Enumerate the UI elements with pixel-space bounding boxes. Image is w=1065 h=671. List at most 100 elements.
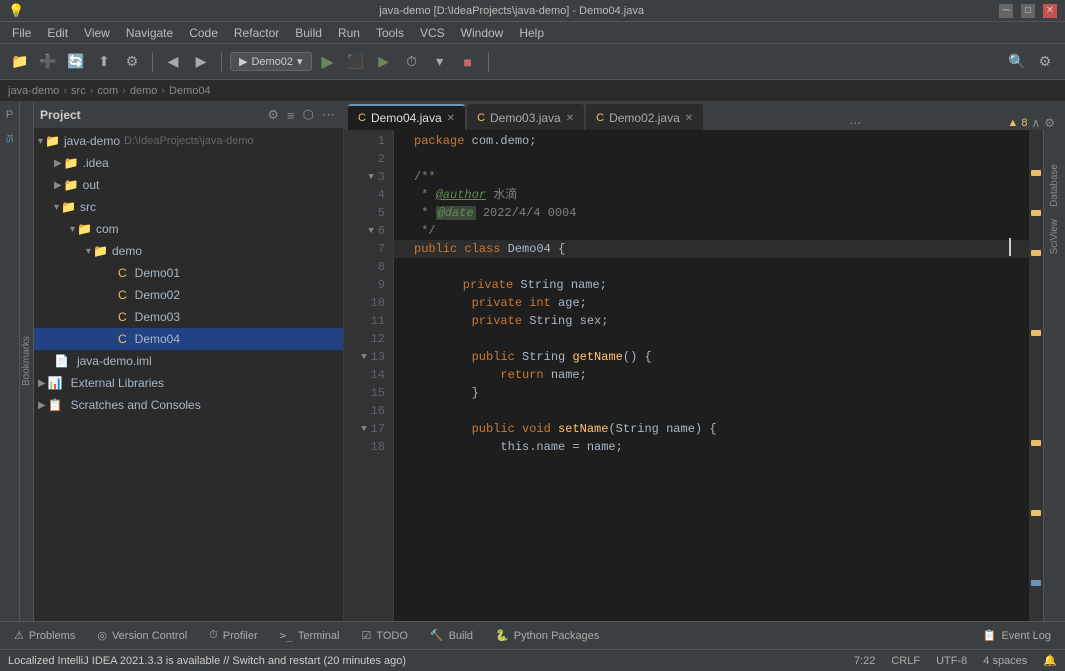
- breadcrumb-part-4[interactable]: demo: [130, 85, 158, 97]
- add-button[interactable]: ➕: [36, 50, 60, 74]
- tree-arrow-out: ▶: [54, 180, 62, 191]
- tree-root[interactable]: ▾ 📁 java-demo D:\IdeaProjects\java-demo: [34, 130, 343, 152]
- tab-demo03-label: Demo03.java: [490, 111, 561, 125]
- tree-demo[interactable]: ▾ 📁 demo: [34, 240, 343, 262]
- menu-item-edit[interactable]: Edit: [39, 24, 76, 42]
- notification-icon[interactable]: 🔔: [1043, 654, 1057, 667]
- tab-demo03-close[interactable]: ✕: [566, 113, 574, 124]
- indent-info[interactable]: 4 spaces: [983, 655, 1027, 667]
- tree-demo01[interactable]: C Demo01: [34, 262, 343, 284]
- editor-content[interactable]: 1 2 ▼ 3 4 5 ▼ 6 7 8 9 10 11 12 ▼: [344, 130, 1065, 621]
- tree-out[interactable]: ▶ 📁 out: [34, 174, 343, 196]
- menu-item-window[interactable]: Window: [453, 24, 512, 42]
- breadcrumb-part-5[interactable]: Demo04: [169, 85, 211, 97]
- menu-item-run[interactable]: Run: [330, 24, 368, 42]
- tree-external-libs[interactable]: ▶ 📊 External Libraries: [34, 372, 343, 394]
- settings-icon[interactable]: ⚙: [1044, 116, 1055, 130]
- menu-item-vcs[interactable]: VCS: [412, 24, 453, 42]
- menu-item-tools[interactable]: Tools: [368, 24, 412, 42]
- menu-item-code[interactable]: Code: [181, 24, 226, 42]
- tabs-overflow-button[interactable]: ⋯: [845, 116, 865, 130]
- menu-item-help[interactable]: Help: [511, 24, 552, 42]
- sidebar-database-label[interactable]: Database: [1049, 160, 1060, 211]
- fold-icon-3[interactable]: ▼: [368, 168, 373, 186]
- tree-src[interactable]: ▾ 📁 src: [34, 196, 343, 218]
- tree-idea[interactable]: ▶ 📁 .idea: [34, 152, 343, 174]
- tab-demo04[interactable]: C Demo04.java ✕: [348, 104, 465, 130]
- tree-iml[interactable]: 📄 java-demo.iml: [34, 350, 343, 372]
- tab-demo04-close[interactable]: ✕: [447, 113, 455, 124]
- project-settings-button[interactable]: ⚙: [265, 105, 281, 125]
- idea-name: .idea: [83, 156, 109, 170]
- tab-demo02-close[interactable]: ✕: [685, 113, 693, 124]
- cursor-position[interactable]: 7:22: [854, 655, 875, 667]
- menu-item-file[interactable]: File: [4, 24, 39, 42]
- menu-item-view[interactable]: View: [76, 24, 118, 42]
- tab-demo02[interactable]: C Demo02.java ✕: [586, 104, 703, 130]
- tab-demo03[interactable]: C Demo03.java ✕: [467, 104, 584, 130]
- todo-tab[interactable]: ☑ TODO: [351, 624, 417, 648]
- event-log-tab[interactable]: 📋 Event Log: [973, 624, 1061, 648]
- stop-button[interactable]: ■: [456, 50, 480, 74]
- close-button[interactable]: ✕: [1043, 4, 1057, 18]
- fold-icon-17[interactable]: ▼: [361, 420, 366, 438]
- tree-arrow-src: ▾: [54, 202, 59, 213]
- profiler-label: Profiler: [223, 630, 258, 642]
- tree-demo02[interactable]: C Demo02: [34, 284, 343, 306]
- gutter-10: 10: [344, 294, 393, 312]
- warning-expand-icon[interactable]: ∧: [1031, 116, 1040, 130]
- python-packages-tab[interactable]: 🐍 Python Packages: [485, 624, 609, 648]
- run-button[interactable]: ▶: [316, 50, 340, 74]
- project-collapse-button[interactable]: ⬡: [301, 105, 316, 125]
- version-control-tab[interactable]: ◎ Version Control: [87, 624, 197, 648]
- line-ending[interactable]: CRLF: [891, 655, 920, 667]
- tree-demo03[interactable]: C Demo03: [34, 306, 343, 328]
- sync-button[interactable]: 🔄: [64, 50, 88, 74]
- profile-button[interactable]: ⏱: [400, 50, 424, 74]
- run-config-selector[interactable]: ▶ Demo02 ▾: [230, 52, 312, 71]
- menu-item-refactor[interactable]: Refactor: [226, 24, 287, 42]
- sidebar-sciview-label[interactable]: SciView: [1049, 215, 1060, 258]
- scratches-name: Scratches and Consoles: [71, 398, 201, 412]
- project-view-button[interactable]: 📁: [8, 50, 32, 74]
- breadcrumb-part-1[interactable]: java-demo: [8, 85, 59, 97]
- maximize-button[interactable]: □: [1021, 4, 1035, 18]
- run-with-coverage-button[interactable]: ▶: [372, 50, 396, 74]
- com-folder-icon: 📁: [77, 222, 92, 236]
- com-name: com: [96, 222, 119, 236]
- settings-gear-button[interactable]: ⚙: [1033, 50, 1057, 74]
- menu-item-navigate[interactable]: Navigate: [118, 24, 181, 42]
- problems-label: Problems: [29, 630, 75, 642]
- problems-tab[interactable]: ⚠ Problems: [4, 624, 85, 648]
- project-expand-button[interactable]: ≡: [285, 106, 297, 125]
- more-run-options-button[interactable]: ▾: [428, 50, 452, 74]
- collapse-button[interactable]: ⬆: [92, 50, 116, 74]
- settings-button[interactable]: ⚙: [120, 50, 144, 74]
- bookmarks-label[interactable]: Bookmarks: [21, 336, 32, 386]
- fold-icon-6[interactable]: ▼: [368, 222, 373, 240]
- debug-button[interactable]: ⬛: [344, 50, 368, 74]
- structure-icon[interactable]: St: [1, 130, 19, 148]
- warning-marker-2: [1031, 210, 1041, 216]
- profiler-tab[interactable]: ⏱ Profiler: [199, 624, 267, 648]
- project-more-button[interactable]: ⋯: [320, 105, 337, 125]
- warning-count[interactable]: ▲ 8: [1007, 117, 1027, 129]
- tree-com[interactable]: ▾ 📁 com: [34, 218, 343, 240]
- code-line-13: public String getName() {: [394, 348, 1029, 366]
- tree-scratches[interactable]: ▶ 📋 Scratches and Consoles: [34, 394, 343, 416]
- minimize-button[interactable]: ─: [999, 4, 1013, 18]
- breadcrumb-part-2[interactable]: src: [71, 85, 86, 97]
- forward-nav-button[interactable]: ▶: [189, 50, 213, 74]
- root-name: java-demo: [64, 134, 120, 148]
- back-nav-button[interactable]: ◀: [161, 50, 185, 74]
- build-tab[interactable]: 🔨 Build: [420, 624, 483, 648]
- tree-demo04[interactable]: C Demo04: [34, 328, 343, 350]
- menu-item-build[interactable]: Build: [287, 24, 330, 42]
- project-icon[interactable]: P: [1, 106, 19, 124]
- code-editor[interactable]: package com.demo; /** * @author 水滴 * @da…: [394, 130, 1029, 621]
- fold-icon-13[interactable]: ▼: [361, 348, 366, 366]
- search-everywhere-button[interactable]: 🔍: [1005, 50, 1029, 74]
- encoding[interactable]: UTF-8: [936, 655, 967, 667]
- terminal-tab[interactable]: >_ Terminal: [270, 624, 350, 648]
- breadcrumb-part-3[interactable]: com: [97, 85, 118, 97]
